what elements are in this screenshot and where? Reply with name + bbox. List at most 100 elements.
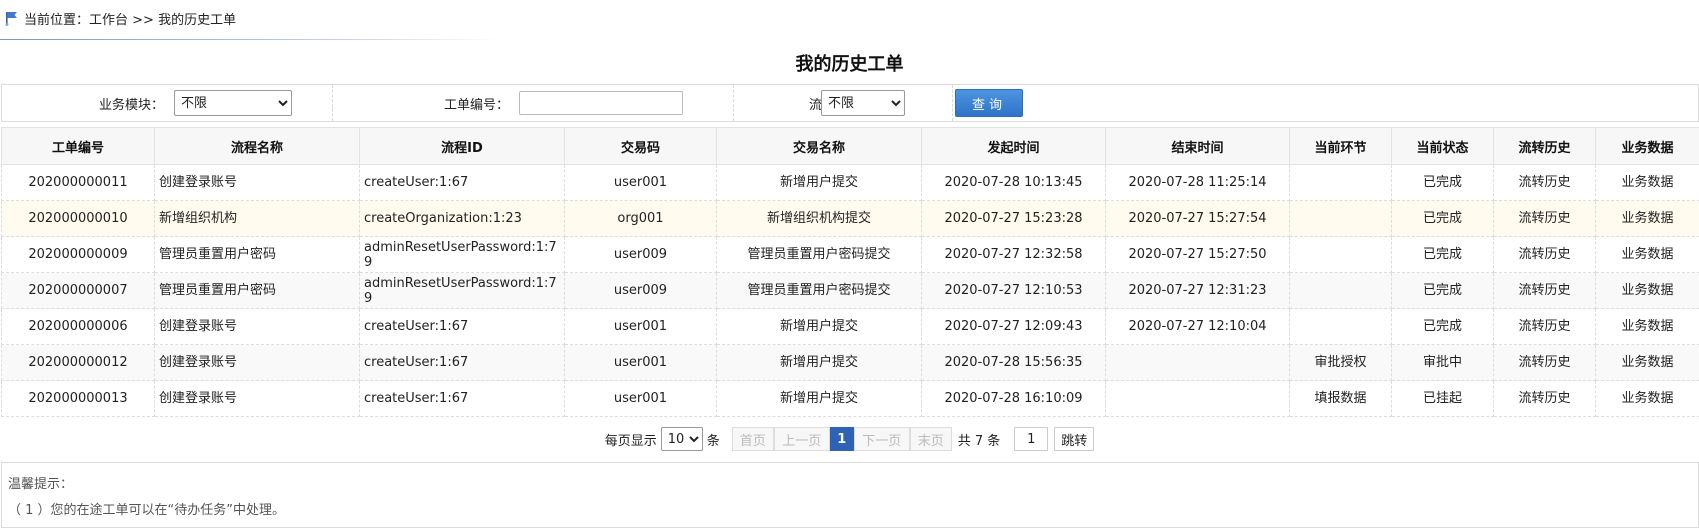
ticket-number-input[interactable] xyxy=(519,91,683,115)
module-select[interactable]: 不限 xyxy=(174,90,292,116)
history-link[interactable]: 流转历史 xyxy=(1493,272,1596,309)
table-row[interactable]: 202000000006 创建登录账号 createUser:1:67 user… xyxy=(1,308,1699,345)
cell-current-node xyxy=(1289,164,1392,201)
cell-end-time: 2020-07-27 15:27:50 xyxy=(1105,236,1290,273)
history-link[interactable]: 流转历史 xyxy=(1493,344,1596,381)
next-page-button[interactable]: 下一页 xyxy=(853,427,910,451)
cell-end-time xyxy=(1105,344,1290,381)
cell-ticket-id: 202000000010 xyxy=(1,200,155,237)
cell-start-time: 2020-07-28 15:56:35 xyxy=(921,344,1106,381)
cell-status: 已挂起 xyxy=(1391,380,1494,417)
history-link[interactable]: 流转历史 xyxy=(1493,200,1596,237)
cell-current-node xyxy=(1289,272,1392,309)
cell-start-time: 2020-07-28 10:13:45 xyxy=(921,164,1106,201)
header-tx-name: 交易名称 xyxy=(716,127,922,165)
tips-line: （ 1 ）您的在途工单可以在“待办任务”中处理。 xyxy=(8,503,286,518)
per-page-select[interactable]: 10 xyxy=(660,427,703,451)
biz-data-link[interactable]: 业务数据 xyxy=(1595,308,1699,345)
table-row[interactable]: 202000000013 创建登录账号 createUser:1:67 user… xyxy=(1,380,1699,417)
cell-start-time: 2020-07-28 16:10:09 xyxy=(921,380,1106,417)
header-flow-name: 流程名称 xyxy=(154,127,360,165)
cell-tx-name: 新增用户提交 xyxy=(716,344,922,381)
cell-end-time: 2020-07-27 15:27:54 xyxy=(1105,200,1290,237)
cell-ticket-id: 202000000012 xyxy=(1,344,155,381)
breadcrumb-prefix: 当前位置： xyxy=(24,12,90,28)
current-page[interactable]: 1 xyxy=(829,427,854,451)
header-current-node: 当前环节 xyxy=(1289,127,1392,165)
cell-tx-name: 新增用户提交 xyxy=(716,308,922,345)
header-current-status: 当前状态 xyxy=(1391,127,1494,165)
header-flow-id: 流程ID xyxy=(359,127,565,165)
breadcrumb-path: 工作台 >> 我的历史工单 xyxy=(89,12,237,28)
last-page-button[interactable]: 末页 xyxy=(909,427,952,451)
pagination: 每页显示 10 条 首页 上一页 1 下一页 末页 共 7 条 跳转 xyxy=(0,426,1699,452)
flow-status-select[interactable]: 不限 xyxy=(821,90,905,116)
goto-page-button[interactable]: 跳转 xyxy=(1054,427,1095,451)
ticket-number-label: 工单编号： xyxy=(443,97,509,113)
cell-flow-name: 管理员重置用户密码 xyxy=(154,272,360,309)
first-page-button[interactable]: 首页 xyxy=(731,427,774,451)
biz-data-link[interactable]: 业务数据 xyxy=(1595,380,1699,417)
cell-tx-code: user001 xyxy=(564,164,717,201)
table-row[interactable]: 202000000011 创建登录账号 createUser:1:67 user… xyxy=(1,164,1699,201)
prev-page-button[interactable]: 上一页 xyxy=(773,427,830,451)
header-end-time: 结束时间 xyxy=(1105,127,1290,165)
biz-data-link[interactable]: 业务数据 xyxy=(1595,236,1699,273)
header-ticket-id: 工单编号 xyxy=(1,127,155,165)
cell-end-time: 2020-07-27 12:31:23 xyxy=(1105,272,1290,309)
history-link[interactable]: 流转历史 xyxy=(1493,236,1596,273)
goto-page-input[interactable] xyxy=(1014,427,1049,451)
cell-status: 审批中 xyxy=(1391,344,1494,381)
cell-status: 已完成 xyxy=(1391,272,1494,309)
tips-title: 温馨提示： xyxy=(8,477,74,492)
header-start-time: 发起时间 xyxy=(921,127,1106,165)
biz-data-link[interactable]: 业务数据 xyxy=(1595,272,1699,309)
cell-tx-code: user001 xyxy=(564,308,717,345)
cell-flow-id: createUser:1:67 xyxy=(359,344,565,381)
biz-data-link[interactable]: 业务数据 xyxy=(1595,344,1699,381)
table-row[interactable]: 202000000012 创建登录账号 createUser:1:67 user… xyxy=(1,344,1699,381)
page-title: 我的历史工单 xyxy=(795,54,904,75)
header-history: 流转历史 xyxy=(1493,127,1596,165)
query-button[interactable]: 查询 xyxy=(955,89,1023,117)
cell-ticket-id: 202000000006 xyxy=(1,308,155,345)
header-tx-code: 交易码 xyxy=(564,127,717,165)
cell-tx-name: 新增用户提交 xyxy=(716,164,922,201)
module-label: 业务模块： xyxy=(98,97,164,113)
history-table: 工单编号 流程名称 流程ID 交易码 交易名称 发起时间 结束时间 当前环节 当… xyxy=(1,127,1699,417)
cell-end-time xyxy=(1105,380,1290,417)
history-link[interactable]: 流转历史 xyxy=(1493,380,1596,417)
cell-tx-code: user009 xyxy=(564,236,717,273)
tips-panel: 温馨提示： （ 1 ）您的在途工单可以在“待办任务”中处理。 xyxy=(1,462,1699,528)
cell-start-time: 2020-07-27 12:10:53 xyxy=(921,272,1106,309)
cell-start-time: 2020-07-27 15:23:28 xyxy=(921,200,1106,237)
cell-flow-name: 创建登录账号 xyxy=(154,308,360,345)
cell-tx-name: 新增用户提交 xyxy=(716,380,922,417)
cell-start-time: 2020-07-27 12:09:43 xyxy=(921,308,1106,345)
table-row[interactable]: 202000000009 管理员重置用户密码 adminResetUserPas… xyxy=(1,236,1699,273)
breadcrumb-divider xyxy=(0,39,500,40)
cell-end-time: 2020-07-27 12:10:04 xyxy=(1105,308,1290,345)
cell-ticket-id: 202000000009 xyxy=(1,236,155,273)
total-count: 共 7 条 xyxy=(957,433,1001,449)
table-row[interactable]: 202000000007 管理员重置用户密码 adminResetUserPas… xyxy=(1,272,1699,309)
cell-status: 已完成 xyxy=(1391,200,1494,237)
cell-flow-id: createUser:1:67 xyxy=(359,164,565,201)
cell-flow-id: adminResetUserPassword:1:79 xyxy=(359,272,565,309)
table-row[interactable]: 202000000010 新增组织机构 createOrganization:1… xyxy=(1,200,1699,237)
cell-current-node xyxy=(1289,200,1392,237)
cell-tx-name: 管理员重置用户密码提交 xyxy=(716,236,922,273)
breadcrumb: 当前位置： 工作台 >> 我的历史工单 xyxy=(4,8,236,28)
cell-tx-code: org001 xyxy=(564,200,717,237)
history-link[interactable]: 流转历史 xyxy=(1493,308,1596,345)
filter-bar: 业务模块： 不限 工单编号： 流程状态： 不限 查询 xyxy=(1,84,1699,122)
cell-flow-name: 创建登录账号 xyxy=(154,164,360,201)
cell-tx-code: user001 xyxy=(564,380,717,417)
history-link[interactable]: 流转历史 xyxy=(1493,164,1596,201)
table-header-row: 工单编号 流程名称 流程ID 交易码 交易名称 发起时间 结束时间 当前环节 当… xyxy=(1,127,1699,165)
per-page-unit: 条 xyxy=(706,433,720,449)
biz-data-link[interactable]: 业务数据 xyxy=(1595,164,1699,201)
cell-status: 已完成 xyxy=(1391,236,1494,273)
cell-tx-code: user001 xyxy=(564,344,717,381)
biz-data-link[interactable]: 业务数据 xyxy=(1595,200,1699,237)
